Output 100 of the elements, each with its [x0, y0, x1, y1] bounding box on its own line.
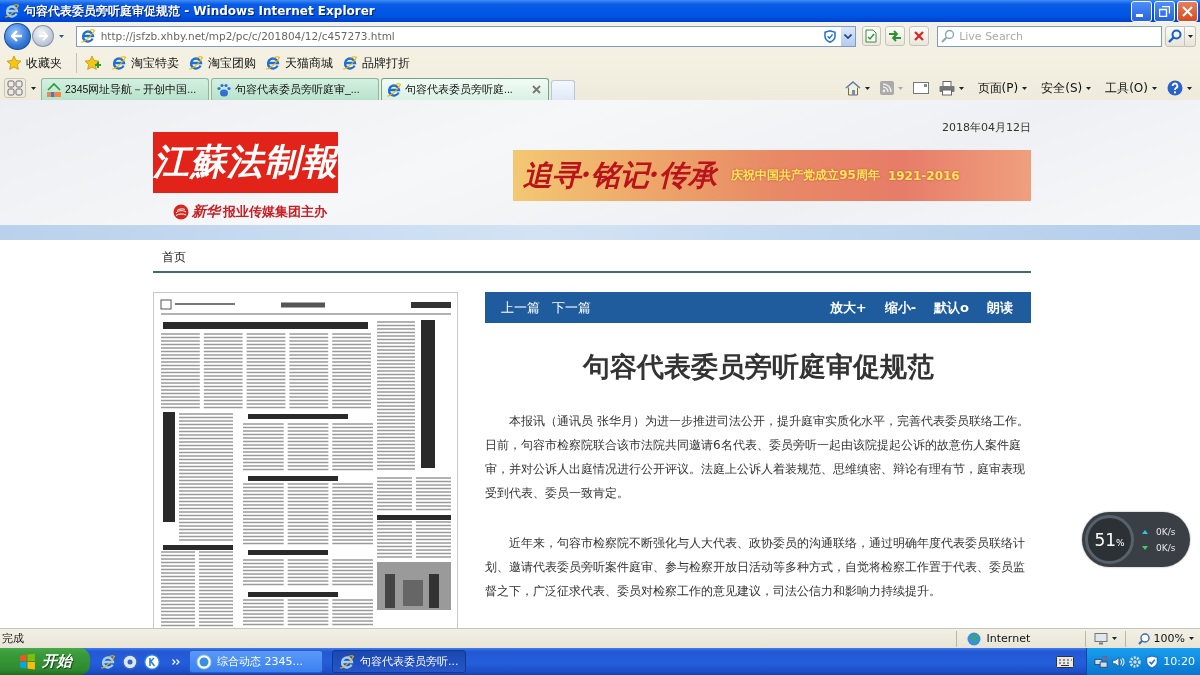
- caret-icon: [58, 34, 64, 38]
- close-button[interactable]: [1177, 0, 1198, 22]
- usage-unit: %: [1116, 538, 1125, 548]
- volume-icon[interactable]: [1111, 654, 1125, 669]
- gear-icon[interactable]: [1128, 654, 1142, 669]
- download-speed: 0K/s: [1156, 542, 1176, 553]
- start-button[interactable]: 开始: [0, 648, 90, 675]
- round-app-icon: [144, 653, 160, 670]
- back-button[interactable]: [4, 22, 31, 50]
- favorite-link[interactable]: 天猫商城: [265, 54, 333, 72]
- search-icon: [941, 28, 956, 43]
- usage-value: 51: [1094, 531, 1117, 549]
- home-button[interactable]: [844, 78, 870, 98]
- banner-slogan: 追寻·铭记·传承: [523, 156, 718, 194]
- caret-icon: [864, 86, 870, 90]
- search-options-button[interactable]: [1185, 25, 1196, 47]
- help-icon: [1167, 80, 1183, 96]
- rss-icon: [879, 81, 894, 95]
- swirl-logo-icon: [173, 204, 189, 220]
- print-button[interactable]: [938, 78, 964, 98]
- favorites-button[interactable]: 收藏夹: [4, 52, 64, 74]
- reading-tool-link[interactable]: 默认o: [934, 298, 969, 317]
- windows-flag-icon: [18, 653, 36, 670]
- monitor-icon: [1093, 631, 1108, 646]
- command-menu[interactable]: 页面(P): [977, 78, 1028, 98]
- address-dropdown-button[interactable]: [840, 26, 855, 46]
- caret-icon: [1189, 637, 1194, 640]
- house-icon: [46, 81, 62, 98]
- caret-icon: [1022, 86, 1028, 90]
- article-nav-link[interactable]: 下一篇: [552, 298, 591, 317]
- minimize-icon: [1136, 13, 1143, 17]
- reading-tool-link[interactable]: 朗读: [987, 298, 1013, 317]
- command-menu[interactable]: 工具(O): [1105, 78, 1157, 98]
- chevron-down-icon: [843, 33, 852, 39]
- printer-icon: [938, 80, 955, 96]
- close-icon[interactable]: [532, 85, 541, 94]
- browser-icon: [342, 55, 358, 71]
- shield-icon: [823, 29, 836, 43]
- security-zone-text: Internet: [986, 632, 1031, 645]
- stop-icon: [913, 30, 926, 42]
- minimize-button[interactable]: [1131, 0, 1152, 22]
- zoom-button[interactable]: 100%: [1125, 629, 1200, 648]
- network-speed-widget[interactable]: 51% 0K/s 0K/s: [1082, 512, 1190, 567]
- caret-icon: [1152, 86, 1157, 90]
- browser-icon: [265, 55, 281, 71]
- star-plus-icon: [84, 55, 102, 71]
- network-icon[interactable]: [1094, 654, 1108, 669]
- restore-icon: [1159, 5, 1170, 17]
- caret-icon: [897, 86, 903, 90]
- globe-icon: [966, 631, 981, 646]
- window-title: 句容代表委员旁听庭审促规范 - Windows Internet Explorer: [24, 2, 375, 20]
- shield-icon[interactable]: [1145, 654, 1159, 669]
- ring-icon: [196, 653, 212, 670]
- reading-tool-link[interactable]: 缩小-: [884, 298, 917, 317]
- home-link[interactable]: 首页: [162, 249, 186, 266]
- browser-icon: [188, 55, 204, 71]
- browser-icon: [4, 3, 20, 19]
- caret-icon: [30, 86, 36, 90]
- taskbar-task-button[interactable]: 句容代表委员旁听...: [332, 650, 466, 673]
- address-field[interactable]: http://jsfzb.xhby.net/mp2/pc/c/201804/12/c457273.html: [75, 25, 856, 47]
- favorite-link[interactable]: 淘宝特卖: [111, 54, 179, 72]
- reading-tool-link[interactable]: 放大+: [829, 298, 867, 317]
- home-icon: [844, 80, 861, 96]
- double-chevron-icon: [172, 658, 180, 665]
- browser-icon: [111, 55, 127, 71]
- masthead-logo[interactable]: 江蘇法制報: [153, 132, 338, 193]
- browser-icon: [100, 653, 116, 670]
- caret-icon: [1086, 86, 1092, 90]
- right-arrow-icon: [37, 31, 48, 41]
- grid-icon: [7, 80, 23, 96]
- paw-icon: [216, 81, 232, 98]
- left-arrow-icon: [11, 30, 24, 42]
- help-button[interactable]: [1167, 78, 1192, 98]
- clock-text: 10:20: [1163, 655, 1195, 668]
- keyboard-icon[interactable]: [1056, 655, 1074, 668]
- page-check-icon: [864, 29, 879, 43]
- status-text: 完成: [1, 631, 24, 646]
- refresh-button[interactable]: [885, 26, 906, 46]
- browser-tab[interactable]: 句容代表委员旁听庭审_...: [211, 78, 379, 100]
- article-nav-link[interactable]: 上一篇: [501, 298, 540, 317]
- compatibility-button[interactable]: [861, 26, 882, 46]
- search-field[interactable]: Live Search: [937, 25, 1163, 47]
- article-title: 句容代表委员旁听庭审促规范: [581, 350, 935, 384]
- down-arrow-icon: [1142, 545, 1148, 550]
- banner-caption: 庆祝中国共产党成立95周年: [731, 167, 880, 184]
- upload-speed: 0K/s: [1156, 526, 1176, 537]
- search-button[interactable]: [1165, 25, 1186, 47]
- restore-button[interactable]: [1154, 0, 1175, 22]
- up-arrow-icon: [1142, 529, 1148, 534]
- favorite-link[interactable]: 品牌打折: [342, 54, 410, 72]
- favorite-link[interactable]: 淘宝团购: [188, 54, 256, 72]
- browser-tab[interactable]: 2345网址导航－开创中国...: [41, 78, 209, 100]
- caret-icon: [1187, 34, 1193, 38]
- star-icon: [6, 55, 22, 71]
- caret-icon: [1187, 86, 1192, 90]
- command-menu[interactable]: 安全(S): [1041, 78, 1092, 98]
- browser-tab[interactable]: 句容代表委员旁听庭...: [381, 78, 549, 100]
- publisher-line: 报业传媒集团主办: [223, 203, 327, 221]
- stop-button[interactable]: [909, 26, 930, 46]
- article-paragraph: 本报讯（通讯员 张华月）为进一步推进司法公开，提升庭审实质化水平，完善代表委员联络工作。日前，句容市检察院联合该市法院共同邀请6名代表、委员旁听一起由该院提起公诉的故意伤人案件庭审，并对公诉人出庭情况进行公开评议。法庭上公诉人着装规范、思维缜密、辩论有理有节，庭审表现受到代表、委员一致肯定。: [485, 413, 1030, 502]
